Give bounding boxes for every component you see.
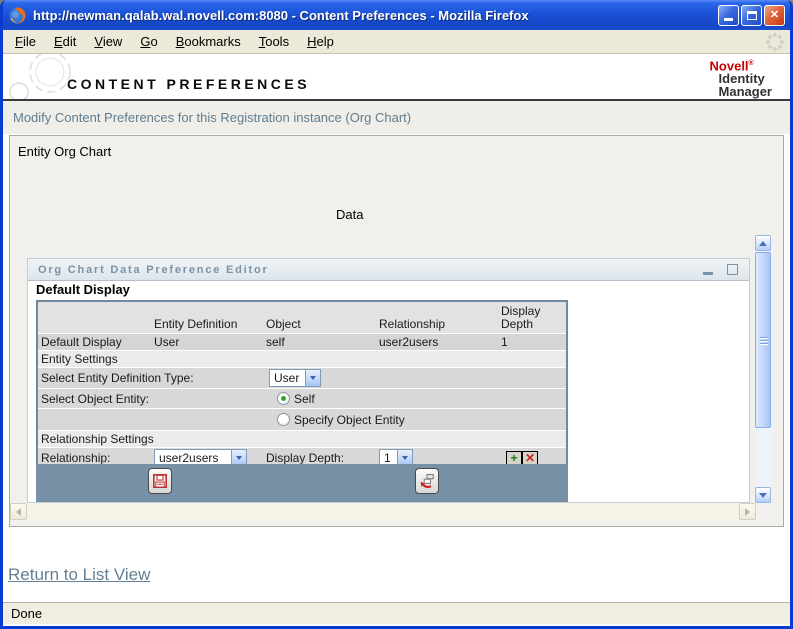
col-relationship: Relationship (376, 302, 498, 334)
arrow-down-icon (759, 492, 767, 498)
save-button[interactable] (148, 468, 172, 494)
table-header-row: Entity Definition Object Relationship Di… (38, 302, 566, 334)
brand-manager: Manager (718, 84, 772, 100)
radio-self[interactable] (277, 392, 290, 405)
entity-settings-label: Entity Settings (38, 351, 566, 368)
window-title: http://newman.qalab.wal.novell.com:8080 … (33, 7, 529, 23)
arrow-left-icon (16, 507, 21, 516)
main-content: Entity Org Chart Data Org Chart Data Pre… (3, 134, 790, 602)
subtitle-band: Modify Content Preferences for this Regi… (3, 101, 790, 134)
radio-specify-label: Specify Object Entity (294, 412, 405, 427)
entity-type-value: User (274, 371, 300, 385)
col-entity-definition: Entity Definition (151, 302, 263, 334)
reset-button[interactable] (415, 468, 439, 494)
arrow-up-icon (759, 240, 767, 246)
scroll-down-button[interactable] (755, 487, 771, 503)
close-icon: ✕ (769, 8, 780, 21)
arrow-right-icon (745, 507, 750, 516)
default-display-heading: Default Display (36, 282, 130, 297)
section-label: Entity Org Chart (18, 144, 112, 159)
vertical-scrollbar[interactable] (755, 235, 771, 503)
gears-decoration-icon (9, 54, 71, 99)
portlet-container: Entity Org Chart Data Org Chart Data Pre… (9, 135, 784, 527)
col-object: Object (263, 302, 376, 334)
menu-help[interactable]: Help (298, 31, 343, 52)
horizontal-scrollbar[interactable] (10, 503, 756, 520)
status-text: Done (11, 606, 43, 621)
reset-arrow-icon (420, 474, 434, 489)
menu-bar: File Edit View Go Bookmarks Tools Help (3, 30, 790, 54)
default-row-depth: 1 (498, 334, 566, 351)
specify-object-row: Specify Object Entity (38, 409, 566, 431)
data-label: Data (336, 207, 364, 222)
menu-file[interactable]: File (6, 31, 45, 52)
minimize-icon (724, 18, 733, 21)
save-floppy-icon (152, 473, 167, 488)
entity-type-row: Select Entity Definition Type: User (38, 368, 566, 389)
panel-body: Default Display Entity Definition Object… (28, 281, 749, 502)
close-button[interactable]: ✕ (764, 4, 785, 26)
org-chart-editor-panel: Org Chart Data Preference Editor Default… (27, 258, 750, 503)
relationship-settings-label: Relationship Settings (38, 431, 566, 448)
default-row-relationship: user2users (376, 334, 498, 351)
maximize-button[interactable] (741, 4, 762, 26)
default-display-row: Default Display User self user2users 1 (38, 334, 566, 351)
scrollbar-thumb[interactable] (755, 252, 771, 428)
default-row-object: self (263, 334, 376, 351)
delete-x-icon: ✕ (524, 451, 536, 466)
relationship-settings-row: Relationship Settings (38, 431, 566, 448)
radio-specify-object-entity[interactable] (277, 413, 290, 426)
return-to-list-view-link[interactable]: Return to List View (8, 565, 150, 585)
menu-go[interactable]: Go (131, 31, 166, 52)
maximize-icon (746, 10, 757, 20)
menu-tools[interactable]: Tools (250, 31, 298, 52)
panel-minimize-button[interactable] (703, 272, 713, 275)
subtitle-text: Modify Content Preferences for this Regi… (13, 110, 412, 125)
browser-window: http://newman.qalab.wal.novell.com:8080 … (0, 0, 793, 629)
object-entity-row: Select Object Entity: Self (38, 389, 566, 409)
col-display-depth: Display Depth (498, 302, 566, 334)
brand-novell: Novell® (709, 58, 754, 74)
menu-edit[interactable]: Edit (45, 31, 85, 52)
window-controls: ✕ (718, 4, 785, 26)
plus-icon: + (510, 451, 518, 466)
entity-settings-row: Entity Settings (38, 351, 566, 368)
object-entity-label: Select Object Entity: (38, 389, 263, 409)
title-bar: http://newman.qalab.wal.novell.com:8080 … (3, 0, 790, 30)
minimize-button[interactable] (718, 4, 739, 26)
scroll-left-button[interactable] (10, 503, 27, 520)
default-row-label: Default Display (38, 334, 151, 351)
entity-type-label: Select Entity Definition Type: (38, 368, 263, 389)
panel-title: Org Chart Data Preference Editor (38, 264, 269, 276)
page-title: CONTENT PREFERENCES (67, 76, 311, 92)
scroll-right-button[interactable] (739, 503, 756, 520)
radio-self-label: Self (294, 391, 315, 406)
preferences-table: Entity Definition Object Relationship Di… (36, 300, 568, 470)
menu-view[interactable]: View (85, 31, 131, 52)
app-header: CONTENT PREFERENCES Novell® Identity Man… (3, 54, 790, 101)
panel-footer-bar (36, 464, 568, 502)
throbber-icon (765, 32, 785, 52)
brand-logo: Novell® Identity Manager (710, 57, 772, 100)
panel-maximize-button[interactable] (727, 264, 738, 275)
panel-title-bar: Org Chart Data Preference Editor (28, 259, 749, 281)
scroll-up-button[interactable] (755, 235, 771, 251)
thumb-grip (760, 335, 768, 346)
menu-bookmarks[interactable]: Bookmarks (167, 31, 250, 52)
firefox-icon (9, 6, 26, 24)
default-row-entity: User (151, 334, 263, 351)
status-bar: Done (3, 602, 790, 624)
entity-type-select[interactable]: User (269, 369, 321, 387)
chevron-down-icon (305, 370, 320, 386)
